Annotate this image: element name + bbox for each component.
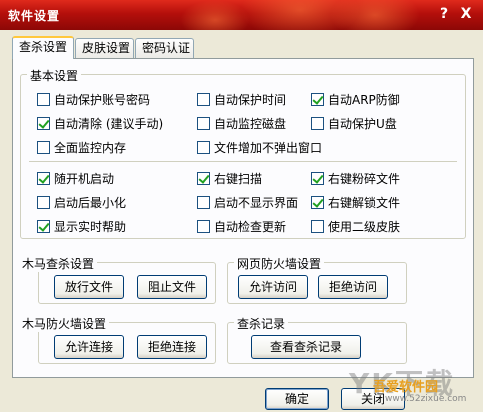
- deny-access-button[interactable]: 拒绝访问: [318, 275, 388, 299]
- checkbox-box[interactable]: [37, 172, 50, 185]
- checkbox-label: 自动清除 (建议手动): [54, 117, 164, 131]
- checkbox-box[interactable]: [37, 141, 50, 154]
- checkbox-auto-clean[interactable]: 自动清除 (建议手动): [37, 115, 163, 132]
- group-divider: [29, 161, 457, 162]
- block-file-button[interactable]: 阻止文件: [137, 275, 207, 299]
- checkbox-box[interactable]: [37, 196, 50, 209]
- checkbox-label: 自动保护时间: [214, 93, 287, 107]
- checkbox-label: 右键粉碎文件: [328, 172, 401, 186]
- checkbox-box[interactable]: [37, 117, 50, 130]
- checkbox-label: 使用二级皮肤: [328, 220, 401, 234]
- checkbox-run-on-startup[interactable]: 随开机启动: [37, 170, 114, 187]
- checkbox-box[interactable]: [197, 117, 210, 130]
- checkbox-label: 随开机启动: [54, 172, 115, 186]
- ok-button[interactable]: 确定: [265, 388, 329, 410]
- checkbox-monitor-disk[interactable]: 自动监控磁盘: [197, 115, 286, 132]
- checkbox-box[interactable]: [37, 93, 50, 106]
- checkbox-protect-account[interactable]: 自动保护账号密码: [37, 91, 150, 108]
- checkbox-label: 文件增加不弹出窗口: [214, 141, 323, 155]
- checkbox-box[interactable]: [311, 196, 324, 209]
- checkbox-box[interactable]: [37, 220, 50, 233]
- checkbox-label: 自动监控磁盘: [214, 117, 287, 131]
- checkbox-box[interactable]: [197, 172, 210, 185]
- flame-decoration: [330, 0, 420, 30]
- tab-password-auth[interactable]: 密码认证: [135, 38, 194, 58]
- scan-log-group: 查杀记录 查看查杀记录: [227, 315, 407, 364]
- group-title-trojan-firewall: 木马防火墙设置: [19, 315, 110, 332]
- checkbox-right-click-shred[interactable]: 右键粉碎文件: [311, 170, 400, 187]
- checkbox-secondary-skin[interactable]: 使用二级皮肤: [311, 218, 400, 235]
- checkbox-label: 自动保护账号密码: [54, 93, 151, 107]
- checkbox-label: 显示实时帮助: [54, 220, 127, 234]
- site-watermark: YK下载 吾爱软件园 www.52zixue.com: [349, 362, 479, 408]
- checkbox-realtime-help[interactable]: 显示实时帮助: [37, 218, 126, 235]
- checkbox-monitor-memory[interactable]: 全面监控内存: [37, 139, 126, 156]
- watermark-site-name: 吾爱软件园: [373, 380, 439, 395]
- checkbox-label: 右键扫描: [214, 172, 263, 186]
- allow-connection-button[interactable]: 允许连接: [54, 335, 124, 359]
- checkbox-arp-defense[interactable]: 自动ARP防御: [311, 91, 400, 108]
- close-icon[interactable]: X: [458, 6, 474, 22]
- basic-settings-group: 基本设置 自动保护账号密码 自动保护时间 自动ARP防御 自动清除 (建议手动)…: [20, 67, 466, 239]
- checkbox-box[interactable]: [311, 172, 324, 185]
- view-scan-log-button[interactable]: 查看查杀记录: [251, 335, 361, 359]
- checkbox-box[interactable]: [197, 196, 210, 209]
- trojan-firewall-group: 木马防火墙设置 允许连接 拒绝连接: [19, 315, 216, 364]
- tab-skin-settings[interactable]: 皮肤设置: [75, 38, 134, 58]
- deny-connection-button[interactable]: 拒绝连接: [137, 335, 207, 359]
- group-title-basic: 基本设置: [27, 67, 82, 84]
- allow-file-button[interactable]: 放行文件: [54, 275, 124, 299]
- checkbox-box[interactable]: [311, 117, 324, 130]
- checkbox-label: 自动保护U盘: [328, 117, 397, 131]
- checkbox-minimize-after-start[interactable]: 启动后最小化: [37, 194, 126, 211]
- trojan-scan-group: 木马查杀设置 放行文件 阻止文件: [19, 255, 216, 304]
- web-firewall-group: 网页防火墙设置 允许访问 拒绝访问: [227, 255, 407, 304]
- allow-access-button[interactable]: 允许访问: [238, 275, 308, 299]
- group-title-web-firewall: 网页防火墙设置: [234, 255, 325, 272]
- checkbox-box[interactable]: [197, 93, 210, 106]
- checkbox-protect-time[interactable]: 自动保护时间: [197, 91, 286, 108]
- checkbox-label: 自动检查更新: [214, 220, 287, 234]
- group-title-scan-log: 查杀记录: [234, 315, 289, 332]
- window-title: 软件设置: [8, 9, 61, 23]
- help-icon[interactable]: ?: [436, 6, 452, 22]
- checkbox-box[interactable]: [197, 220, 210, 233]
- checkbox-label: 全面监控内存: [54, 141, 127, 155]
- checkbox-label: 自动ARP防御: [328, 93, 400, 107]
- title-bar[interactable]: 软件设置 ? X: [0, 0, 483, 30]
- checkbox-box[interactable]: [197, 141, 210, 154]
- group-title-trojan-scan: 木马查杀设置: [19, 255, 98, 272]
- checkbox-label: 启动不显示界面: [214, 196, 299, 210]
- tab-panel: 基本设置 自动保护账号密码 自动保护时间 自动ARP防御 自动清除 (建议手动)…: [12, 58, 474, 378]
- checkbox-protect-usb[interactable]: 自动保护U盘: [311, 115, 397, 132]
- checkbox-no-popup[interactable]: 文件增加不弹出窗口: [197, 139, 322, 156]
- checkbox-label: 启动后最小化: [54, 196, 127, 210]
- checkbox-box[interactable]: [311, 93, 324, 106]
- checkbox-hide-on-start[interactable]: 启动不显示界面: [197, 194, 298, 211]
- checkbox-right-click-unlock[interactable]: 右键解锁文件: [311, 194, 400, 211]
- checkbox-label: 右键解锁文件: [328, 196, 401, 210]
- flame-decoration: [180, 0, 250, 30]
- tab-scan-settings[interactable]: 查杀设置: [12, 36, 74, 59]
- watermark-url: www.52zixue.com: [385, 394, 467, 404]
- checkbox-auto-update[interactable]: 自动检查更新: [197, 218, 286, 235]
- checkbox-right-click-scan[interactable]: 右键扫描: [197, 170, 262, 187]
- checkbox-box[interactable]: [311, 220, 324, 233]
